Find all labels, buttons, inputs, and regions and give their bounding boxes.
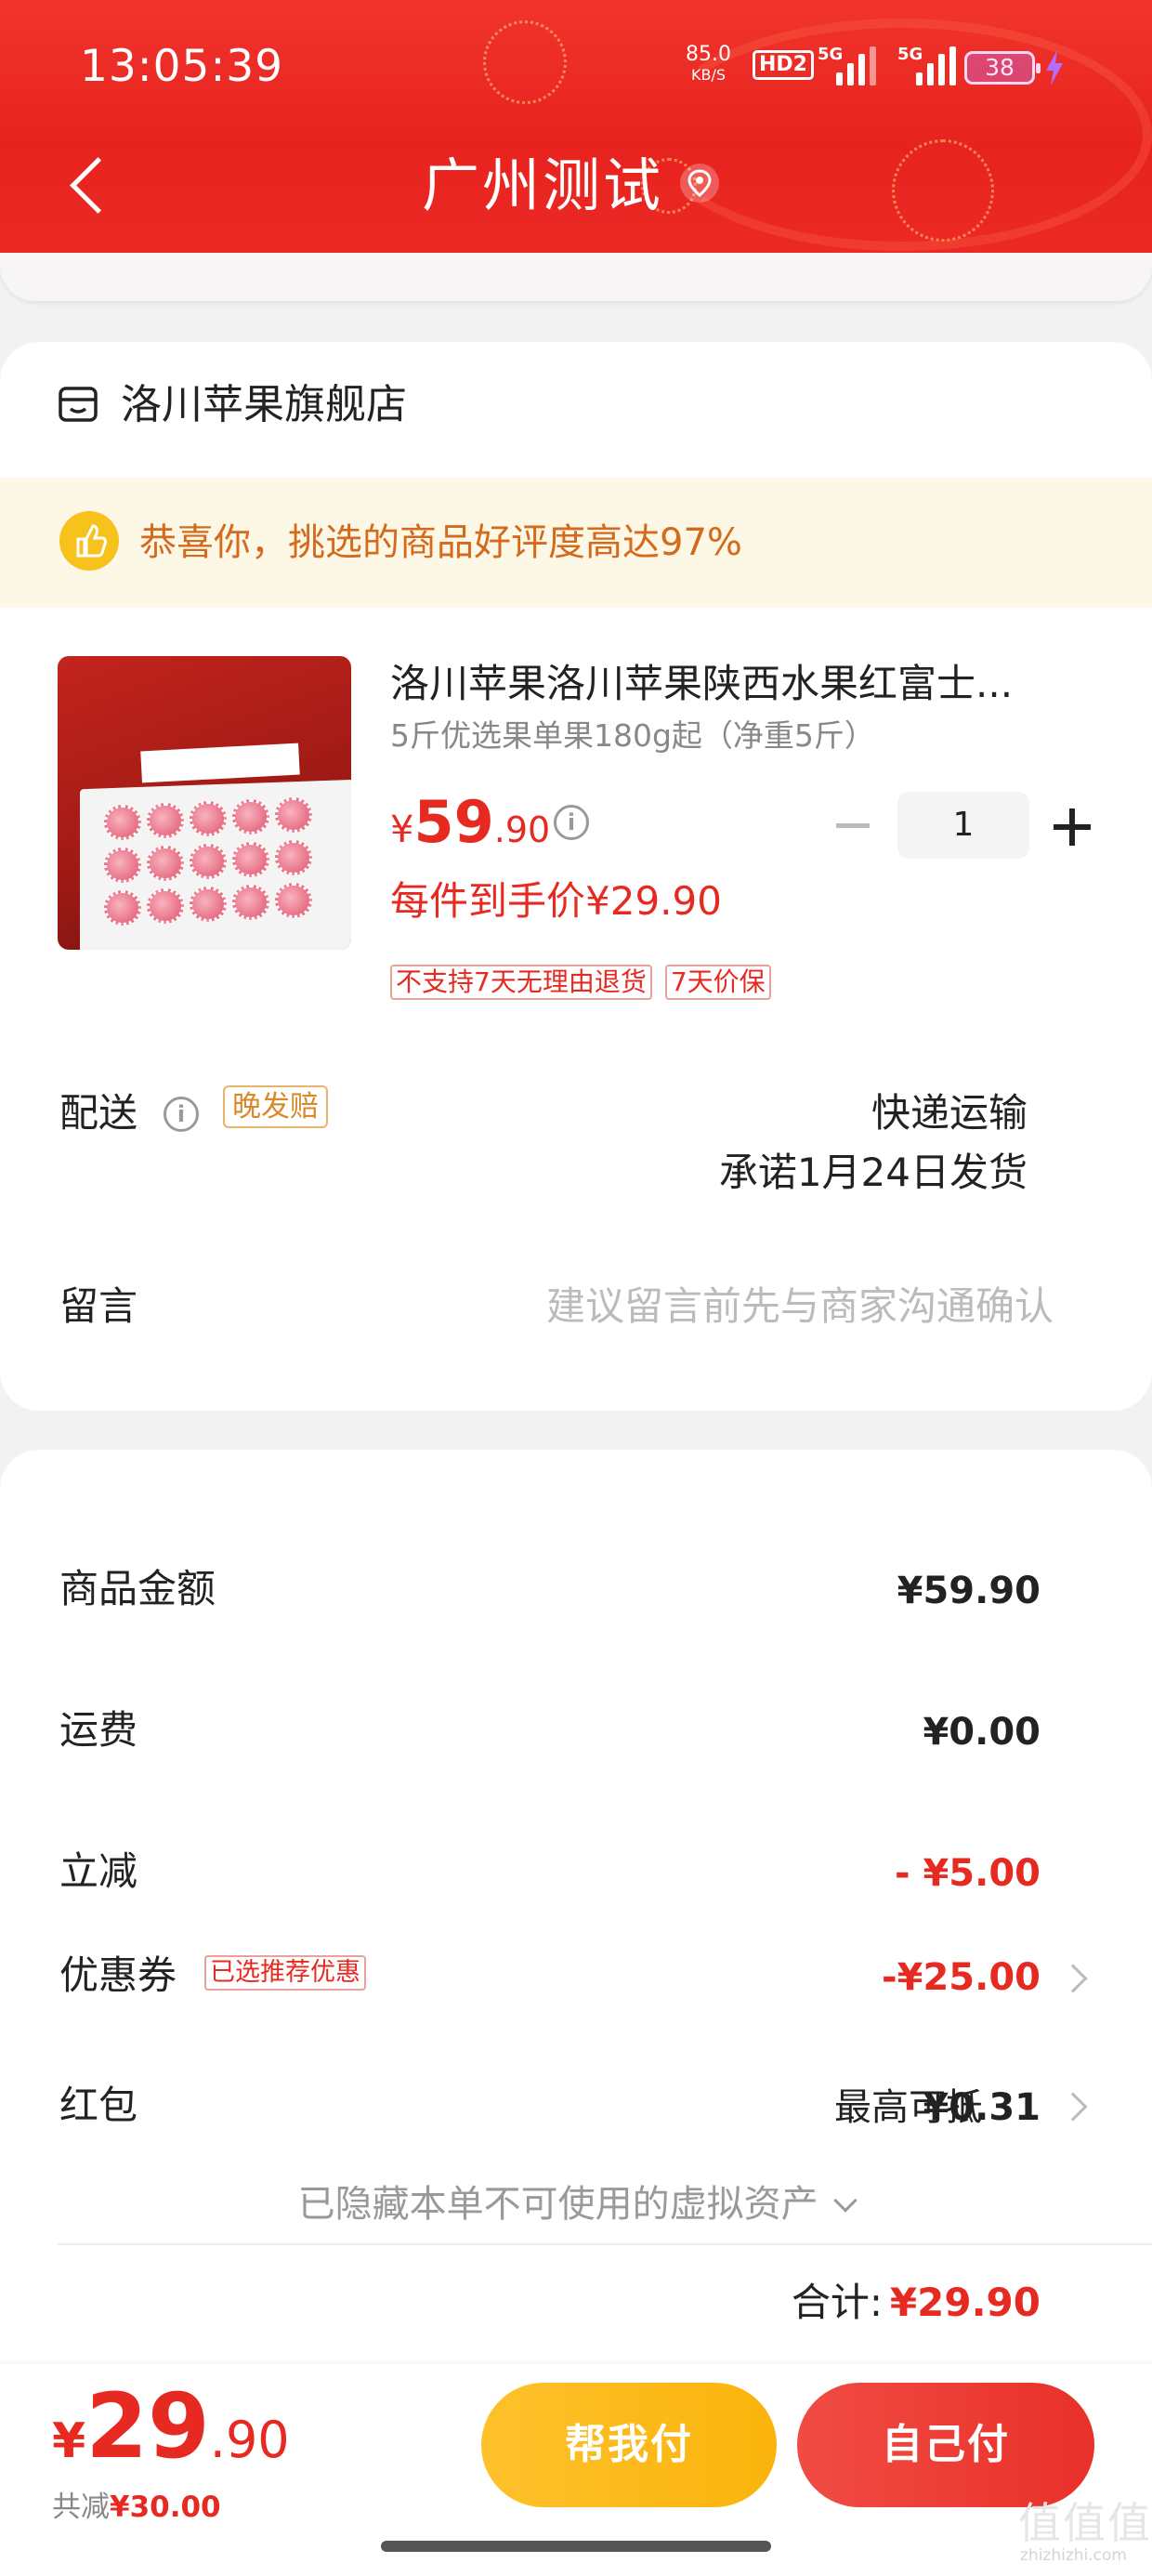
message-input[interactable]: 建议留言前先与商家沟通确认 [546, 1281, 1054, 1333]
page-title: 广州测试 [422, 151, 664, 219]
pay-price-symbol: ¥ [52, 2413, 86, 2469]
rating-banner-text: 恭喜你，挑选的商品好评度高达97% [139, 521, 742, 564]
status-bar: 13:05:39 85.0 KB/S HD2 5G 5G 38 [0, 0, 1152, 139]
service-tag: 不支持7天无理由退货 [390, 965, 652, 1000]
price-integer: 59 [413, 788, 494, 856]
watermark: 值值值 [1018, 2498, 1152, 2548]
coupon-label[interactable]: 优惠券 [59, 1950, 177, 2002]
pay-price-decimal: .90 [209, 2411, 290, 2469]
rating-banner: 恭喜你，挑选的商品好评度高达97% [0, 478, 1152, 608]
quantity-value[interactable]: 1 [897, 792, 1029, 859]
product-image[interactable] [58, 656, 351, 950]
plus-icon[interactable] [1054, 808, 1091, 846]
signal-type: 5G [897, 45, 923, 64]
discount-value: - ¥5.00 [894, 1852, 1041, 1895]
chevron-right-icon[interactable] [1058, 2092, 1088, 2122]
pay-price-integer: 29 [85, 2374, 210, 2478]
charging-icon [1046, 50, 1063, 85]
network-speed: 85.0 KB/S [686, 45, 731, 85]
chevron-right-icon[interactable] [1058, 1964, 1088, 1993]
home-indicator[interactable] [381, 2541, 771, 2552]
total-saved: 共减¥30.00 [52, 2489, 221, 2526]
product-title[interactable]: 洛川苹果洛川苹果陕西水果红富士... [390, 658, 1078, 710]
late-delivery-badge[interactable]: 晚发赔 [223, 1085, 328, 1128]
coupon-value[interactable]: -¥25.00 [882, 1952, 1041, 2004]
total-value: ¥29.90 [889, 2280, 1041, 2325]
delivery-method[interactable]: 快递运输 [871, 1087, 1028, 1139]
discount-label: 立减 [59, 1848, 138, 1894]
price-info-icon[interactable]: i [554, 805, 589, 840]
price-symbol: ¥ [390, 808, 414, 851]
product-spec[interactable]: 5斤优选果单果180g起（净重5斤） [390, 716, 875, 756]
delivery-info-icon[interactable]: i [164, 1097, 199, 1132]
delivery-label: 配送 [59, 1090, 138, 1136]
watermark-domain: zhizhizhi.com [1020, 2546, 1127, 2565]
hand-price: 每件到手价¥29.90 [390, 878, 722, 924]
service-tags: 不支持7天无理由退货 7天价保 [390, 965, 784, 1002]
message-label: 留言 [59, 1283, 138, 1329]
quantity-stepper: 1 [823, 792, 1093, 861]
net-speed-value: 85.0 [686, 43, 731, 66]
chevron-down-icon [833, 2188, 858, 2213]
order-item-card: 洛川苹果旗舰店 恭喜你，挑选的商品好评度高达97% 洛川苹果洛川苹果陕西水果红富… [0, 342, 1152, 1411]
redpacket-label[interactable]: 红包 [59, 2080, 137, 2132]
price-decimal: .90 [493, 809, 551, 850]
delivery-promise: 承诺1月24日发货 [718, 1150, 1028, 1195]
net-speed-unit: KB/S [690, 66, 726, 84]
thumbs-up-icon [59, 511, 119, 571]
redpacket-value[interactable]: ¥0.31 [923, 2082, 1041, 2134]
self-pay-button[interactable]: 自己付 [797, 2383, 1094, 2507]
store-icon [59, 387, 98, 422]
hd-voice-icon: HD2 [753, 50, 814, 80]
location-pin-icon[interactable] [678, 162, 721, 204]
clock: 13:05:39 [80, 41, 284, 92]
back-icon[interactable] [61, 147, 117, 221]
signal-icon: 5G [818, 45, 876, 85]
signal-icon: 5G [897, 45, 956, 85]
battery-icon: 38 [964, 51, 1041, 85]
goods-amount-label: 商品金额 [59, 1566, 216, 1611]
header: 13:05:39 85.0 KB/S HD2 5G 5G 38 广州测试 [0, 0, 1152, 266]
price-summary-card: 商品金额 ¥59.90 运费 ¥0.00 立减 - ¥5.00 优惠券 已选推荐… [0, 1450, 1152, 2398]
saved-label: 共减 [52, 2491, 110, 2524]
hidden-assets-toggle[interactable]: 已隐藏本单不可使用的虚拟资产 [0, 2178, 1152, 2230]
service-tag: 7天价保 [664, 965, 771, 1000]
shipping-fee-value: ¥0.00 [923, 1711, 1041, 1754]
divider [58, 2243, 1152, 2245]
pay-total: ¥29.90 [52, 2375, 290, 2504]
store-name[interactable]: 洛川苹果旗舰店 [121, 379, 407, 431]
total-label: 合计: [791, 2280, 883, 2325]
saved-value: ¥30.00 [110, 2491, 221, 2524]
address-card-edge [0, 253, 1152, 301]
hidden-assets-text: 已隐藏本单不可使用的虚拟资产 [297, 2183, 818, 2226]
coupon-tag: 已选推荐优惠 [204, 1955, 366, 1991]
minus-icon[interactable] [836, 823, 870, 828]
signal-type: 5G [818, 45, 844, 64]
goods-amount-value: ¥59.90 [897, 1570, 1041, 1612]
product-price: ¥59.90 [390, 790, 550, 870]
shipping-fee-label: 运费 [59, 1707, 138, 1753]
help-pay-button[interactable]: 帮我付 [481, 2383, 777, 2507]
